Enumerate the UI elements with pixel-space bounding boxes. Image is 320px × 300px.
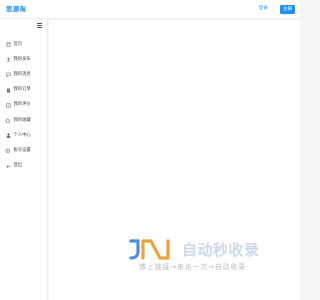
sidebar-item-my-orders[interactable]: 我的订单 bbox=[0, 83, 48, 98]
sidebar-item-label: 我的发布 bbox=[13, 56, 31, 62]
sidebar-item-label: 首页 bbox=[13, 41, 23, 47]
gear-icon bbox=[5, 148, 11, 154]
watermark-logo bbox=[129, 239, 170, 260]
header-actions: 登录 注册 bbox=[259, 4, 295, 14]
sidebar-item-home[interactable]: 首页 bbox=[0, 37, 48, 52]
sidebar-item-my-messages[interactable]: 我的消息 bbox=[0, 67, 48, 82]
sidebar-item-my-favorites[interactable]: 我的收藏 bbox=[0, 113, 48, 128]
review-icon bbox=[5, 102, 11, 108]
sidebar-item-logout[interactable]: 登出 bbox=[0, 159, 48, 174]
user-icon bbox=[5, 133, 11, 139]
order-icon bbox=[5, 87, 11, 93]
login-link[interactable]: 登录 bbox=[259, 4, 268, 14]
sidebar: 首页 我的发布 我的消息 我的订单 我的评价 我的收藏 个人中心 账号设置 登出 bbox=[0, 19, 48, 300]
site-logo[interactable]: 思源淘 bbox=[6, 4, 26, 14]
message-icon bbox=[5, 72, 11, 78]
sidebar-item-label: 我的消息 bbox=[13, 71, 31, 77]
sidebar-item-account-settings[interactable]: 账号设置 bbox=[0, 143, 48, 158]
upload-icon bbox=[5, 57, 11, 63]
top-header: 思源淘 登录 注册 bbox=[0, 0, 300, 19]
hamburger-icon[interactable] bbox=[37, 23, 42, 28]
watermark-title: 自动秒收录 bbox=[182, 241, 260, 259]
home-icon bbox=[5, 42, 11, 48]
watermark-slogan: 做上链接→来访一次→自动收录 bbox=[139, 263, 246, 271]
star-icon bbox=[5, 117, 11, 124]
sidebar-item-label: 我的订单 bbox=[13, 87, 31, 93]
sidebar-item-label: 个人中心 bbox=[13, 132, 31, 138]
sidebar-item-my-reviews[interactable]: 我的评价 bbox=[0, 98, 48, 113]
watermark-banner: 自动秒收录 做上链接→来访一次→自动收录 bbox=[129, 238, 289, 278]
sidebar-item-label: 登出 bbox=[13, 163, 23, 169]
sidebar-menu: 首页 我的发布 我的消息 我的订单 我的评价 我的收藏 个人中心 账号设置 登出 bbox=[0, 37, 48, 174]
sidebar-item-label: 账号设置 bbox=[13, 147, 31, 153]
sidebar-item-profile[interactable]: 个人中心 bbox=[0, 128, 48, 143]
sidebar-item-label: 我的收藏 bbox=[13, 117, 31, 123]
sidebar-item-label: 我的评价 bbox=[13, 102, 31, 108]
register-button[interactable]: 注册 bbox=[280, 4, 295, 14]
sidebar-item-my-posts[interactable]: 我的发布 bbox=[0, 52, 48, 67]
logout-icon bbox=[5, 163, 11, 169]
